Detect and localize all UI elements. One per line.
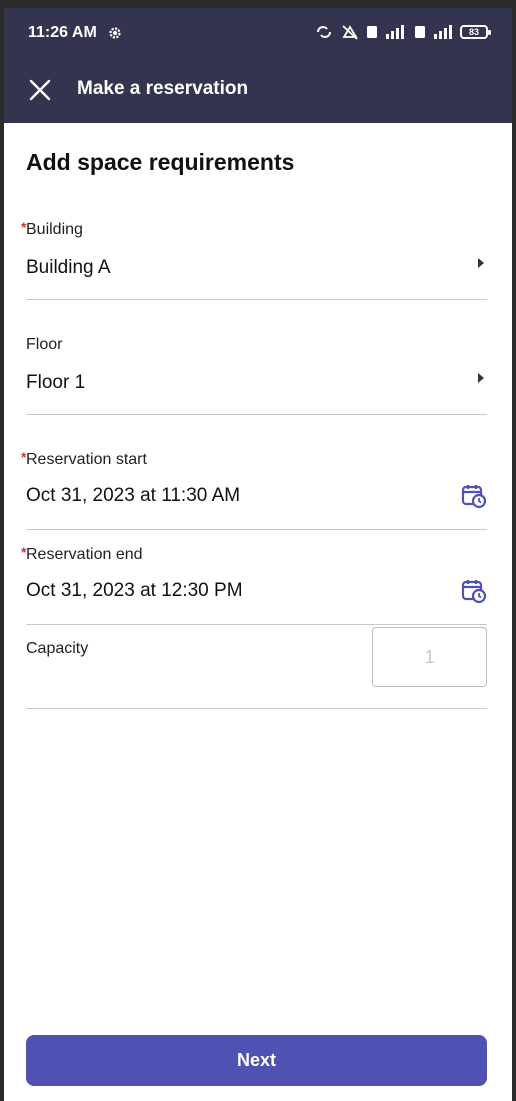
building-field[interactable]: * Building Building A <box>21 219 487 300</box>
capacity-input[interactable]: 1 <box>372 627 487 687</box>
next-button[interactable]: Next <box>26 1035 487 1086</box>
section-title: Add space requirements <box>26 149 295 175</box>
chevron-right-icon <box>478 258 484 268</box>
floor-value: Floor 1 <box>26 372 86 393</box>
floor-field[interactable]: Floor Floor 1 <box>26 336 487 415</box>
app-screen: 11:26 AM 83 Make a reservation Add space… <box>4 8 512 1101</box>
reservation-end-label: Reservation end <box>26 546 143 563</box>
reservation-end-field[interactable]: * Reservation end Oct 31, 2023 at 12:30 … <box>21 544 487 625</box>
building-value: Building A <box>26 257 111 278</box>
sim-icon <box>367 26 377 38</box>
reservation-start-value: Oct 31, 2023 at 11:30 AM <box>26 485 241 506</box>
status-bar: 11:26 AM 83 <box>4 8 512 58</box>
battery-icon: 83 <box>460 25 491 39</box>
reservation-start-label: Reservation start <box>26 451 147 468</box>
building-label: Building <box>26 221 83 238</box>
app-header: 11:26 AM 83 Make a reservation <box>4 8 512 123</box>
chevron-right-icon <box>478 373 484 383</box>
gear-icon <box>109 27 121 39</box>
muted-alarm-icon <box>342 25 358 40</box>
calendar-clock-icon <box>461 580 487 604</box>
status-time: 11:26 AM <box>28 24 97 41</box>
calendar-clock-icon <box>461 485 487 509</box>
status-icons: 83 <box>314 22 491 42</box>
floor-label: Floor <box>26 336 63 353</box>
page-title: Make a reservation <box>77 78 249 99</box>
capacity-label: Capacity <box>26 640 89 657</box>
signal-icon <box>434 25 452 39</box>
reservation-start-field[interactable]: * Reservation start Oct 31, 2023 at 11:3… <box>21 449 487 530</box>
toolbar: Make a reservation <box>4 66 512 114</box>
capacity-field: Capacity 1 <box>26 627 487 709</box>
sync-icon <box>317 26 331 38</box>
close-icon <box>29 79 51 101</box>
battery-level: 83 <box>468 26 479 37</box>
close-button[interactable] <box>26 76 54 104</box>
sim-icon <box>415 26 425 38</box>
signal-5g-icon <box>386 25 404 39</box>
reservation-end-value: Oct 31, 2023 at 12:30 PM <box>26 580 243 601</box>
